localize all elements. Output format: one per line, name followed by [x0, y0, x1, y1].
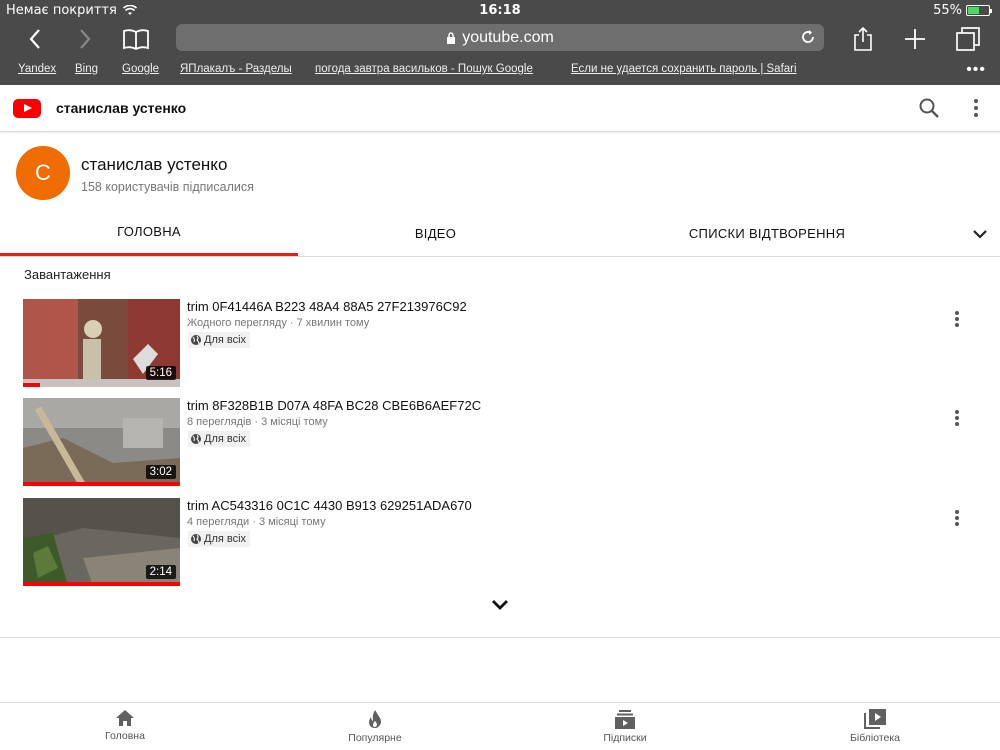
more-vert-icon [955, 311, 959, 327]
lock-icon [447, 31, 456, 44]
channel-name: станислав устенко [81, 155, 228, 174]
nav-library[interactable]: Бібліотека [815, 709, 935, 744]
header-title: станислав устенко [56, 100, 187, 116]
subscriber-count: 158 користувачів підписалися [81, 180, 254, 194]
video-menu-button[interactable] [948, 309, 966, 329]
bookmark-safari-help[interactable]: Если не удается сохранить пароль | Safar… [571, 63, 797, 75]
tab-videos[interactable]: ВІДЕО [298, 210, 573, 256]
watch-progress [23, 383, 41, 387]
bookmark-yaplakal[interactable]: ЯПлакалъ - Разделы [180, 63, 292, 75]
chevron-right-icon [80, 29, 91, 49]
nav-subscriptions[interactable]: Підписки [565, 709, 685, 744]
more-vert-icon[interactable] [968, 97, 984, 119]
tab-home[interactable]: ГОЛОВНА [0, 210, 298, 256]
bookmarks-bar: Yandex Bing Google ЯПлакалъ - Разделы по… [0, 58, 1000, 85]
subscriptions-icon [615, 710, 635, 729]
watch-progress [23, 582, 180, 586]
youtube-header: станислав устенко [0, 85, 1000, 132]
bookmarks-more-button[interactable]: ••• [966, 61, 986, 79]
video-item[interactable]: 2:14 trim AC543316 0C1C 4430 B913 629251… [0, 498, 1000, 586]
bookmark-yandex[interactable]: Yandex [18, 63, 56, 75]
tabs-button[interactable] [953, 24, 983, 54]
watch-progress [23, 482, 180, 486]
video-thumbnail[interactable]: 3:02 [23, 398, 180, 486]
browser-toolbar: youtube.com [0, 20, 1000, 58]
video-item[interactable]: 5:16 trim 0F41446A B223 48A4 88A5 27F213… [0, 299, 1000, 387]
video-duration: 2:14 [145, 565, 176, 579]
globe-icon [191, 434, 201, 444]
video-menu-button[interactable] [948, 408, 966, 428]
video-duration: 5:16 [145, 366, 176, 380]
expand-more-icon[interactable] [488, 597, 512, 613]
forward-button[interactable] [70, 24, 100, 54]
globe-icon [191, 534, 201, 544]
battery-icon [966, 5, 992, 16]
clock: 16:18 [479, 3, 521, 18]
video-title[interactable]: trim 0F41446A B223 48A4 88A5 27F213976C9… [187, 299, 467, 314]
privacy-badge: Для всіх [188, 531, 251, 547]
nav-subscriptions-label: Підписки [603, 732, 647, 744]
bookmark-google[interactable]: Google [122, 63, 159, 75]
video-thumbnail[interactable]: 5:16 [23, 299, 180, 387]
plus-icon [905, 29, 925, 49]
search-icon[interactable] [918, 97, 940, 119]
nav-library-label: Бібліотека [849, 732, 901, 744]
uploads-section-title: Завантаження [24, 267, 111, 282]
privacy-badge: Для всіх [188, 431, 251, 447]
chevron-down-icon[interactable] [970, 224, 990, 244]
channel-tabs: ГОЛОВНА ВІДЕО СПИСКИ ВІДТВОРЕННЯ [0, 210, 1000, 257]
bottom-navigation: Головна Популярне Підписки Бібліотека [0, 702, 1000, 750]
fire-icon [369, 710, 381, 728]
book-icon [123, 29, 149, 50]
tabs-icon [956, 27, 980, 51]
more-vert-icon [955, 510, 959, 526]
reload-icon[interactable] [800, 29, 816, 45]
youtube-logo[interactable] [13, 99, 41, 118]
video-title[interactable]: trim 8F328B1B D07A 48FA BC28 CBE6B6AEF72… [187, 398, 481, 413]
address-bar[interactable]: youtube.com [176, 24, 824, 51]
video-thumbnail[interactable]: 2:14 [23, 498, 180, 586]
video-meta: 4 перегляди · 3 місяці тому [187, 516, 326, 528]
chevron-left-icon [29, 29, 40, 49]
url-text: youtube.com [462, 28, 554, 46]
video-title[interactable]: trim AC543316 0C1C 4430 B913 629251ADA67… [187, 498, 472, 513]
new-tab-button[interactable] [900, 24, 930, 54]
video-meta: 8 переглядів · 3 місяці тому [187, 416, 328, 428]
bookmarks-button[interactable] [121, 24, 151, 54]
globe-icon [191, 335, 201, 345]
privacy-label: Для всіх [204, 533, 247, 545]
bookmark-weather[interactable]: погода завтра васильков - Пошук Google [315, 63, 533, 75]
channel-avatar[interactable]: С [16, 146, 70, 200]
nav-home-label: Головна [105, 730, 145, 742]
share-button[interactable] [848, 24, 878, 54]
library-icon [864, 709, 886, 729]
privacy-label: Для всіх [204, 334, 247, 346]
privacy-label: Для всіх [204, 433, 247, 445]
video-item[interactable]: 3:02 trim 8F328B1B D07A 48FA BC28 CBE6B6… [0, 398, 1000, 486]
battery-percent: 55% [933, 3, 962, 18]
video-menu-button[interactable] [948, 508, 966, 528]
tab-playlists[interactable]: СПИСКИ ВІДТВОРЕННЯ [573, 210, 961, 256]
bookmark-bing[interactable]: Bing [75, 63, 98, 75]
video-meta: Жодного перегляду · 7 хвилин тому [187, 317, 370, 329]
share-icon [854, 26, 872, 51]
video-duration: 3:02 [145, 465, 176, 479]
nav-home[interactable]: Головна [65, 709, 185, 742]
privacy-badge: Для всіх [188, 332, 251, 348]
back-button[interactable] [20, 24, 50, 54]
nav-trending-label: Популярне [348, 732, 402, 744]
status-bar: Немає покриття 16:18 55% [0, 0, 1000, 20]
section-divider [0, 637, 1000, 638]
home-icon [116, 710, 134, 726]
more-vert-icon [955, 410, 959, 426]
nav-trending[interactable]: Популярне [315, 709, 435, 744]
